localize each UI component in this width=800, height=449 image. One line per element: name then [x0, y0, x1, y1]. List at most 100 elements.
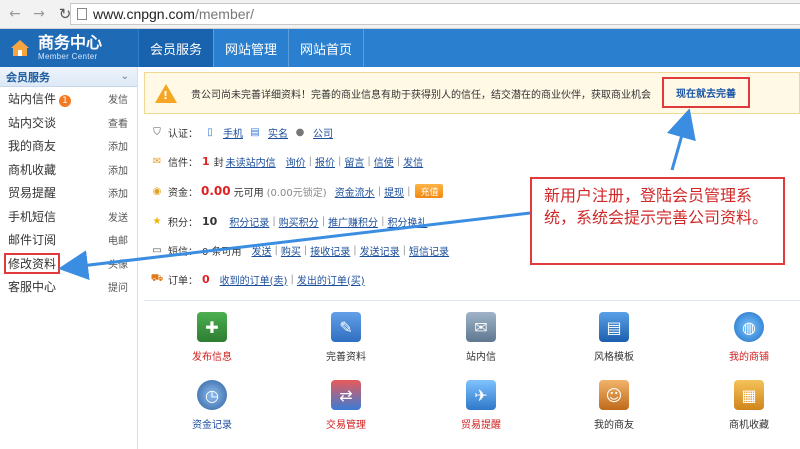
- sidebar-item-label[interactable]: 手机短信: [8, 208, 56, 225]
- logo[interactable]: 商务中心 Member Center: [0, 29, 138, 67]
- auth-company-link[interactable]: 公司: [313, 125, 333, 140]
- url-text: www.cnpgn.com/member/: [93, 6, 255, 22]
- sidebar-item-label[interactable]: 修改资料: [4, 252, 61, 274]
- shop-icon: ◍: [734, 312, 764, 342]
- score-record-link[interactable]: 积分记录: [229, 214, 269, 229]
- score-row: ★ 积分： 10 积分记录 | 购买积分 | 推广赚积分 | 积分换礼: [152, 214, 428, 229]
- app-fund-record[interactable]: ◷ 资金记录: [157, 380, 267, 440]
- sidebar-item-label[interactable]: 客服中心: [8, 278, 56, 295]
- cart-icon: ⛟: [150, 272, 164, 284]
- sidebar-item-label[interactable]: 邮件订阅: [8, 231, 56, 248]
- chevron-down-icon[interactable]: ⌄: [121, 71, 129, 82]
- mail-count: 1: [202, 154, 210, 168]
- fund-icon: ◷: [197, 380, 227, 410]
- favorite-icon: ▦: [734, 380, 764, 410]
- shield-icon: ⛉: [153, 126, 161, 138]
- sidebar-item-label[interactable]: 站内信件: [8, 92, 56, 106]
- auth-row: ⛉ 认证： ▯ 手机 ▤ 实名 ● 公司: [151, 124, 335, 140]
- profile-notice: ! 贵公司尚未完善详细资料！完善的商业信息有助于获得别人的信任，结交潜在的商业伙…: [144, 72, 800, 114]
- mail-row: ✉ 信件： 1 封 未读站内信 询价 | 报价 | 留言 | 信使 | 发信: [152, 154, 424, 169]
- earn-score-link[interactable]: 推广赚积分: [328, 214, 378, 229]
- sidebar-item-action[interactable]: 头像: [108, 256, 128, 271]
- app-friends[interactable]: ☺ 我的商友: [559, 380, 669, 440]
- app-shop[interactable]: ◍ 我的商铺: [694, 312, 800, 372]
- sidebar-item-action[interactable]: 电邮: [108, 232, 128, 247]
- address-bar[interactable]: www.cnpgn.com/member/: [70, 3, 800, 25]
- app-trade[interactable]: ⇄ 交易管理: [291, 380, 401, 440]
- inbox-icon: ✉: [466, 312, 496, 342]
- company-icon: ●: [295, 126, 305, 138]
- notice-text: 贵公司尚未完善详细资料！完善的商业信息有助于获得别人的信任，结交潜在的商业伙伴，…: [191, 89, 651, 101]
- sidebar-item-action[interactable]: 发送: [108, 209, 128, 224]
- sidebar-item-sms[interactable]: 手机短信 发送: [0, 205, 137, 229]
- tab-site-home[interactable]: 网站首页: [289, 29, 365, 67]
- sidebar-item-action[interactable]: 添加: [108, 185, 128, 200]
- auth-phone-link[interactable]: 手机: [223, 125, 243, 140]
- recharge-button[interactable]: 充值: [415, 184, 444, 198]
- sidebar-item-friends[interactable]: 我的商友 添加: [0, 134, 137, 158]
- sidebar-item-favorites[interactable]: 商机收藏 添加: [0, 158, 137, 182]
- fund-amount: 0.00: [201, 184, 231, 198]
- app-edit-profile[interactable]: ✎ 完善资料: [291, 312, 401, 372]
- top-nav: 会员服务 网站管理 网站首页: [139, 29, 365, 67]
- app-template[interactable]: ▤ 风格模板: [559, 312, 669, 372]
- sidebar-item-mail-subscribe[interactable]: 邮件订阅 电邮: [0, 228, 137, 252]
- sidebar-item-label[interactable]: 我的商友: [8, 137, 56, 154]
- sidebar-item-label[interactable]: 贸易提醒: [8, 184, 56, 201]
- inquiry-link[interactable]: 询价: [286, 154, 306, 169]
- sms-icon: ▭: [152, 244, 162, 256]
- unread-mail-link[interactable]: 未读站内信: [226, 154, 276, 169]
- sidebar-item-action[interactable]: 添加: [108, 162, 128, 177]
- app-favorites[interactable]: ▦ 商机收藏: [694, 380, 800, 440]
- sidebar-item-action[interactable]: 查看: [108, 115, 128, 130]
- app-trade-alert[interactable]: ✈ 贸易提醒: [426, 380, 536, 440]
- edit-profile-icon: ✎: [331, 312, 361, 342]
- withdraw-link[interactable]: 提现: [384, 184, 404, 199]
- sms-value: 0 条可用: [202, 246, 242, 258]
- sidebar-item-label[interactable]: 商机收藏: [8, 161, 56, 178]
- sms-log-link[interactable]: 短信记录: [409, 243, 449, 258]
- tab-member-service[interactable]: 会员服务: [139, 29, 215, 67]
- message-link[interactable]: 留言: [344, 154, 364, 169]
- sms-send-log-link[interactable]: 发送记录: [360, 243, 400, 258]
- site-header: 商务中心 Member Center 会员服务 网站管理 网站首页: [0, 29, 800, 67]
- received-orders-link[interactable]: 收到的订单(卖): [220, 272, 288, 287]
- app-inbox[interactable]: ✉ 站内信: [426, 312, 536, 372]
- sidebar-item-trade-alert[interactable]: 贸易提醒 添加: [0, 181, 137, 205]
- exchange-gift-link[interactable]: 积分换礼: [387, 214, 427, 229]
- sms-buy-link[interactable]: 购买: [281, 243, 301, 258]
- sms-receive-log-link[interactable]: 接收记录: [310, 243, 350, 258]
- sidebar-item-label[interactable]: 站内交谈: [8, 114, 56, 131]
- home-icon: [11, 40, 29, 56]
- sidebar-item-messages[interactable]: 站内信件 1 发信: [0, 87, 137, 111]
- auth-realname-link[interactable]: 实名: [268, 125, 288, 140]
- sidebar-item-chat[interactable]: 站内交谈 查看: [0, 111, 137, 135]
- logo-title: 商务中心: [38, 34, 103, 52]
- buy-score-link[interactable]: 购买积分: [279, 214, 319, 229]
- courier-link[interactable]: 信使: [374, 154, 394, 169]
- sidebar-item-edit-profile[interactable]: 修改资料 头像: [0, 252, 137, 276]
- star-icon: ★: [152, 215, 162, 227]
- alert-icon: ✈: [466, 380, 496, 410]
- fund-flow-link[interactable]: 资金流水: [335, 184, 375, 199]
- sms-send-link[interactable]: 发送: [252, 243, 272, 258]
- trade-icon: ⇄: [331, 380, 361, 410]
- sidebar-item-action[interactable]: 提问: [108, 279, 128, 294]
- tab-site-management[interactable]: 网站管理: [214, 29, 290, 67]
- sidebar-section-header[interactable]: 会员服务 ⌄: [0, 67, 137, 87]
- order-count: 0: [202, 272, 210, 286]
- sidebar-item-action[interactable]: 添加: [108, 138, 128, 153]
- app-publish[interactable]: ✚ 发布信息: [157, 312, 267, 372]
- fund-locked: (0.00元锁定): [266, 187, 327, 199]
- sent-orders-link[interactable]: 发出的订单(买): [297, 272, 365, 287]
- complete-profile-link[interactable]: 现在就去完善: [662, 77, 750, 108]
- sidebar-item-support[interactable]: 客服中心 提问: [0, 275, 137, 299]
- send-mail-link[interactable]: 发信: [403, 154, 423, 169]
- back-icon[interactable]: ←: [6, 5, 24, 23]
- sidebar: 会员服务 ⌄ 站内信件 1 发信 站内交谈 查看 我的商友 添加 商机收藏 添加 …: [0, 67, 138, 449]
- quote-link[interactable]: 报价: [315, 154, 335, 169]
- phone-icon: ▯: [207, 126, 213, 138]
- forward-icon[interactable]: →: [30, 5, 48, 23]
- sidebar-item-action[interactable]: 发信: [108, 91, 128, 106]
- id-card-icon: ▤: [250, 126, 260, 138]
